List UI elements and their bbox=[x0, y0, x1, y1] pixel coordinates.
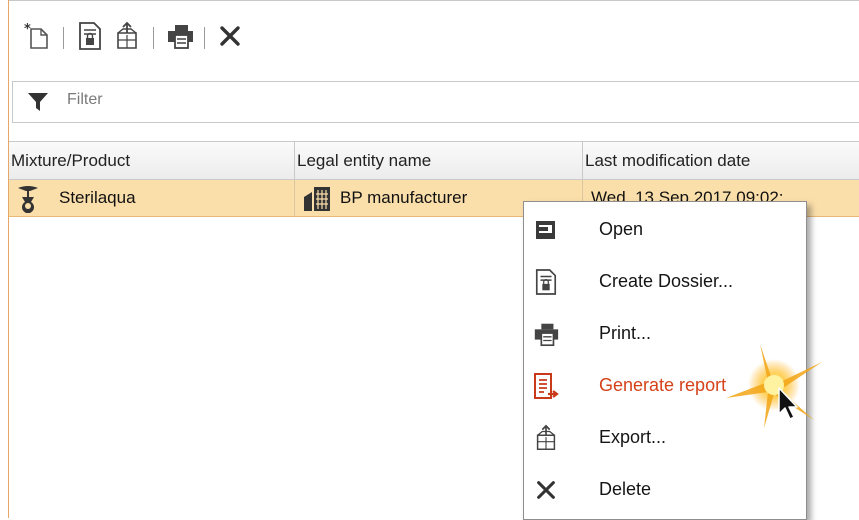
create-dossier-button[interactable] bbox=[73, 19, 107, 53]
export-button[interactable] bbox=[110, 19, 144, 53]
menu-item-label: Open bbox=[599, 219, 644, 239]
menu-item-label: Print... bbox=[599, 323, 652, 343]
menu-item-label: Create Dossier... bbox=[599, 271, 734, 291]
toolbar-separator bbox=[153, 27, 154, 49]
mouse-cursor-icon bbox=[778, 387, 798, 420]
column-header-last-modification-date[interactable]: Last modification date bbox=[583, 142, 859, 179]
menu-item-label: Export... bbox=[599, 427, 667, 447]
open-icon bbox=[532, 216, 560, 244]
export-icon bbox=[117, 21, 137, 49]
menu-item-label: Generate report bbox=[599, 375, 727, 395]
print-button[interactable] bbox=[163, 19, 197, 53]
mixture-icon bbox=[18, 186, 38, 213]
company-icon bbox=[304, 187, 330, 211]
legal-entity-name: BP manufacturer bbox=[340, 188, 468, 207]
click-highlight-icon bbox=[726, 344, 822, 428]
toolbar-separator bbox=[204, 27, 205, 49]
delete-icon bbox=[220, 26, 240, 46]
filter-icon bbox=[28, 93, 48, 111]
cell-product: Sterilaqua bbox=[9, 180, 295, 216]
filter-placeholder: Filter bbox=[67, 91, 103, 108]
print-icon bbox=[168, 25, 193, 49]
toolbar-separator bbox=[63, 27, 64, 49]
delete-icon bbox=[532, 476, 560, 504]
delete-button[interactable] bbox=[213, 19, 247, 53]
menu-item-create-dossier[interactable]: Create Dossier... bbox=[524, 256, 806, 308]
menu-item-label: Delete bbox=[599, 479, 652, 499]
svg-text:*: * bbox=[24, 22, 31, 37]
toolbar: * bbox=[9, 1, 859, 77]
menu-item-open[interactable]: Open bbox=[524, 204, 806, 256]
filter-box[interactable]: Filter bbox=[12, 81, 859, 123]
menu-item-delete[interactable]: Delete bbox=[524, 464, 806, 516]
new-icon: * bbox=[24, 22, 48, 49]
table-header: Mixture/Product Legal entity name Last m… bbox=[9, 142, 859, 180]
create-dossier-icon bbox=[532, 268, 560, 296]
new-button[interactable]: * bbox=[21, 19, 55, 53]
column-header-mixture-product[interactable]: Mixture/Product bbox=[9, 142, 295, 179]
export-icon bbox=[532, 424, 560, 452]
create-dossier-icon bbox=[79, 22, 101, 50]
generate-report-icon bbox=[532, 372, 560, 400]
print-icon bbox=[532, 320, 560, 348]
product-name: Sterilaqua bbox=[59, 188, 136, 207]
column-header-legal-entity-name[interactable]: Legal entity name bbox=[295, 142, 583, 179]
